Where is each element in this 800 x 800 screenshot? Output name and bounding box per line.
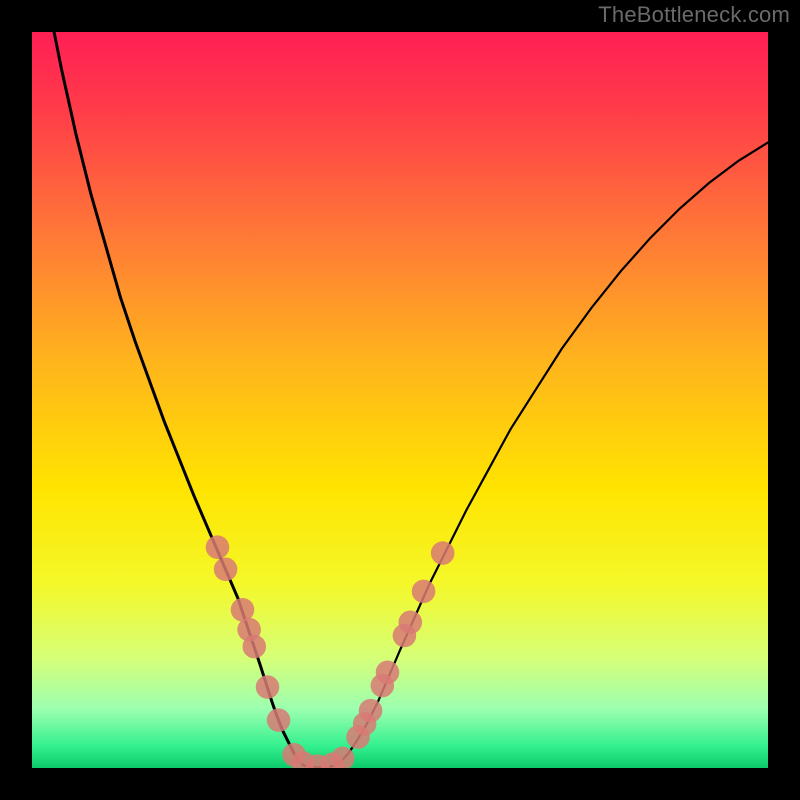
marker-group [206,535,455,768]
data-marker [256,675,280,699]
data-marker [206,535,230,559]
data-marker [431,541,455,565]
data-marker [242,635,266,659]
curve-layer [32,32,768,768]
data-marker [412,580,436,604]
data-marker [399,610,423,634]
plot-area [32,32,768,768]
outer-frame: TheBottleneck.com [0,0,800,800]
data-marker [214,558,238,582]
data-marker [359,699,383,723]
curve-right-branch [298,142,768,767]
data-marker [267,708,291,732]
data-marker [376,661,400,685]
watermark-text: TheBottleneck.com [598,2,790,28]
